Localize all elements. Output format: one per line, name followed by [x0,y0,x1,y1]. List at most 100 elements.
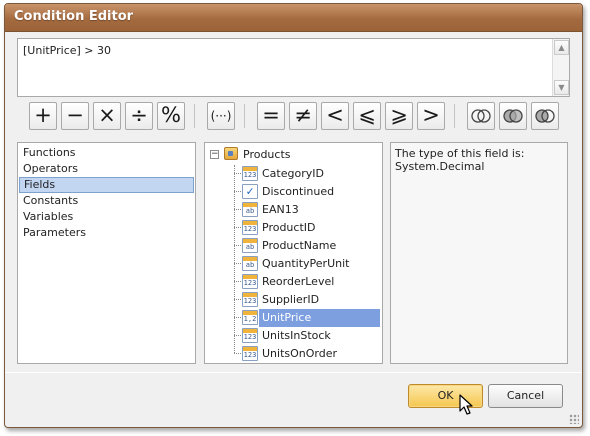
not-circles-button[interactable] [531,102,559,130]
title-bar[interactable]: Condition Editor [5,4,582,32]
string-field-icon: ab [242,238,258,253]
category-item-fields[interactable]: Fields [19,177,194,193]
greater-than-button[interactable]: > [417,102,445,130]
integer-field-icon: 123 [242,274,258,289]
equals-button[interactable]: = [257,102,285,130]
boolean-field-icon: ✓ [242,184,258,199]
field-label: UnitPrice [262,311,312,324]
scroll-down-icon[interactable]: ▼ [554,80,569,95]
field-label: Discontinued [262,185,335,198]
parentheses-icon: (···) [210,109,232,123]
string-field-icon: ab [242,202,258,217]
string-field-icon: ab [242,256,258,271]
greater-or-equal-icon: ⩾ [390,103,408,127]
tree-connector [234,299,241,300]
modulo-icon: % [161,103,181,127]
field-label: CategoryID [262,167,324,180]
separator [5,372,582,373]
category-item-operators[interactable]: Operators [19,161,194,177]
mouse-cursor-icon [459,394,473,415]
parentheses-button[interactable]: (···) [207,102,235,130]
table-icon [224,147,238,160]
condition-editor-window: Condition Editor [UnitPrice] > 30 ▲ ▼ + −… [4,3,583,428]
field-label: UnitsOnOrder [262,347,338,360]
multiply-button[interactable]: × [93,102,121,130]
tree-connector [234,191,241,192]
field-item[interactable]: 123 ReorderLevel [234,273,380,291]
toolbar-separator [244,104,245,128]
tree-connector [234,335,241,336]
category-list[interactable]: Functions Operators Fields Constants Variabl… [17,142,196,364]
tree-connector [234,173,241,174]
less-than-button[interactable]: < [321,102,349,130]
not-equal-icon: ≠ [294,103,312,127]
resize-grip-icon[interactable] [569,414,579,424]
divide-button[interactable]: ÷ [125,102,153,130]
toolbar-separator [454,104,455,128]
expression-text: [UnitPrice] > 30 [23,44,112,57]
tree-connector [234,317,241,318]
category-item-variables[interactable]: Variables [19,209,194,225]
field-label: ProductName [262,239,337,252]
field-label: SupplierID [262,293,320,306]
category-item-constants[interactable]: Constants [19,193,194,209]
category-item-functions[interactable]: Functions [19,145,194,161]
field-item[interactable]: ab QuantityPerUnit [234,255,380,273]
divide-icon: ÷ [130,103,148,127]
less-than-icon: < [326,103,344,127]
expression-editor[interactable]: [UnitPrice] > 30 ▲ ▼ [17,38,570,97]
collapse-icon[interactable]: − [210,150,219,159]
scroll-up-icon[interactable]: ▲ [554,40,569,55]
field-item[interactable]: ab ProductName [234,237,380,255]
integer-field-icon: 123 [242,292,258,307]
tree-root-label: Products [243,148,291,161]
integer-field-icon: 123 [242,346,258,361]
expression-scrollbar[interactable]: ▲ ▼ [552,39,569,96]
and-circles-button[interactable] [467,102,495,130]
field-item[interactable]: 123 CategoryID [234,165,380,183]
field-item[interactable]: 123 UnitsOnOrder [234,345,380,363]
operator-toolbar: + − × ÷% (···) = ≠ < ⩽ ⩾ > [29,102,569,132]
tree-connector [234,281,241,282]
field-item[interactable]: 123 SupplierID [234,291,380,309]
tree-connector [234,353,241,354]
field-label: QuantityPerUnit [262,257,350,270]
field-item[interactable]: 123 ProductID [234,219,380,237]
plus-button[interactable]: + [29,102,57,130]
integer-field-icon: 123 [242,220,258,235]
description-panel: The type of this field is: System.Decima… [390,142,568,364]
integer-field-icon: 123 [242,328,258,343]
cancel-button[interactable]: Cancel [488,384,563,408]
field-item[interactable]: 123 UnitsInStock [234,327,380,345]
integer-field-icon: 123 [242,166,258,181]
or-circles-icon [503,109,523,123]
field-item[interactable]: 1,2 UnitPrice [234,309,380,327]
field-label: EAN13 [262,203,299,216]
field-item[interactable]: ab EAN13 [234,201,380,219]
not-circles-icon [535,109,555,123]
field-label: ReorderLevel [262,275,335,288]
tree-connector [234,209,241,210]
multiply-icon: × [98,103,116,127]
window-title: Condition Editor [14,9,134,24]
tree-connector [234,227,241,228]
tree-connector [234,263,241,264]
not-equal-button[interactable]: ≠ [289,102,317,130]
field-tree[interactable]: − Products 123 CategoryID ✓ Discontinued ab E… [204,142,383,364]
or-circles-button[interactable] [499,102,527,130]
field-item[interactable]: ✓ Discontinued [234,183,380,201]
greater-or-equal-button[interactable]: ⩾ [385,102,413,130]
category-item-parameters[interactable]: Parameters [19,225,194,241]
minus-icon: − [66,103,84,127]
less-or-equal-button[interactable]: ⩽ [353,102,381,130]
toolbar-separator [194,104,195,128]
plus-icon: + [34,103,52,127]
modulo-button[interactable]: % [157,102,185,130]
equals-icon: = [262,103,280,127]
greater-than-icon: > [422,103,440,127]
minus-button[interactable]: − [61,102,89,130]
tree-connector [234,245,241,246]
field-label: ProductID [262,221,316,234]
description-line-2: System.Decimal [395,160,485,173]
decimal-field-icon: 1,2 [242,310,258,325]
